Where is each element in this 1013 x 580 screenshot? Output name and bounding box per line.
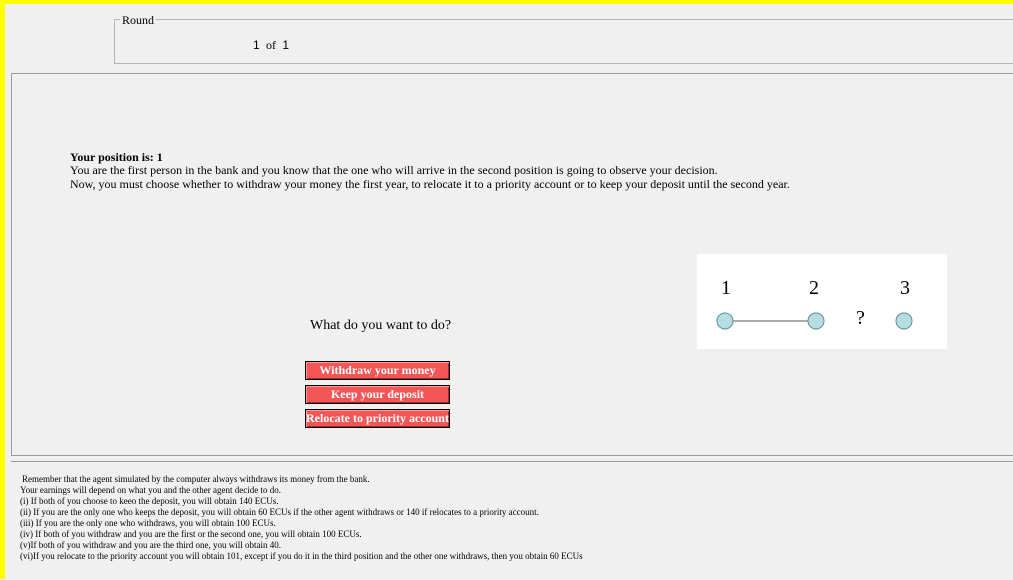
queue-label-3: 3 <box>900 277 910 299</box>
round-total: 1 <box>282 38 290 52</box>
round-indicator: 1 of 1 <box>253 38 289 53</box>
queue-diagram: 1 2 3 ? <box>697 254 947 349</box>
round-current: 1 <box>253 38 260 52</box>
round-legend: Round <box>120 13 157 28</box>
window-frame-left <box>0 0 5 579</box>
position-instruction: Now, you must choose whether to withdraw… <box>70 177 790 191</box>
info-reminder: Remember that the agent simulated by the… <box>22 474 370 484</box>
info-rule-iv: (iv) If both of you withdraw and you are… <box>20 529 362 539</box>
queue-diagram-svg: 1 2 3 ? <box>716 277 913 330</box>
info-rule-iii: (iii) If you are the only one who withdr… <box>20 518 276 528</box>
queue-node-1 <box>716 312 734 330</box>
decision-question: What do you want to do? <box>310 318 452 333</box>
keep-deposit-button[interactable]: Keep your deposit <box>305 385 450 404</box>
info-rule-vi: (vi)If you relocate to the priority acco… <box>20 551 583 561</box>
queue-label-2: 2 <box>809 277 819 299</box>
info-rule-v: (v)If both of you withdraw and you are t… <box>20 540 281 550</box>
queue-label-1: 1 <box>721 277 731 299</box>
relocate-button[interactable]: Relocate to priority account <box>305 409 450 428</box>
position-description: You are the first person in the bank and… <box>70 163 718 177</box>
queue-node-3 <box>895 312 913 330</box>
withdraw-button[interactable]: Withdraw your money <box>305 361 450 380</box>
queue-question-mark: ? <box>856 307 865 329</box>
info-earnings: Your earnings will depend on what you an… <box>20 485 282 495</box>
info-rule-ii: (ii) If you are the only one who keeps t… <box>20 507 539 517</box>
round-of-label: of <box>266 38 277 52</box>
round-groupbox <box>114 19 1013 64</box>
queue-node-2 <box>807 312 825 330</box>
info-rule-i: (i) If both of you choose to keeo the de… <box>20 496 279 506</box>
